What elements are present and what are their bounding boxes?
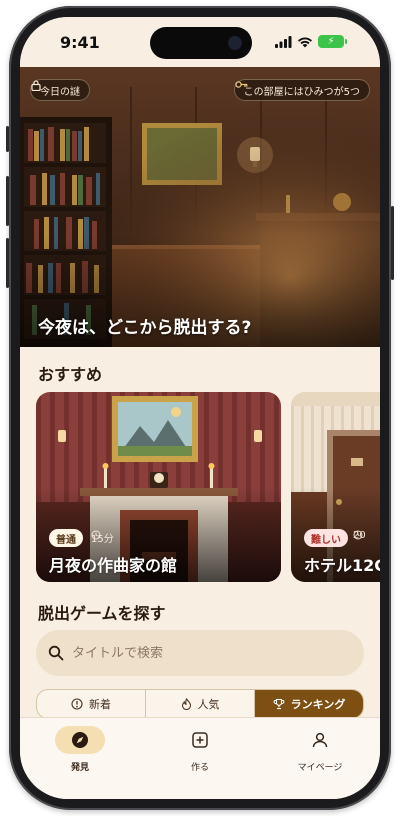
plus-square-icon bbox=[192, 732, 208, 748]
dynamic-island bbox=[150, 27, 252, 59]
search-icon bbox=[48, 645, 64, 661]
daily-mystery-badge[interactable]: 今日の謎 bbox=[30, 79, 90, 101]
signal-icon bbox=[275, 35, 292, 48]
clock-icon bbox=[353, 530, 363, 540]
difficulty-badge: 普通 bbox=[49, 529, 83, 547]
flame-icon bbox=[181, 698, 191, 710]
hero-banner[interactable]: 今日の謎 この部屋にはひみつが5つ 今夜は、どこから脱出する? bbox=[20, 67, 380, 347]
difficulty-label: 普通 bbox=[56, 534, 76, 546]
tab-ranking[interactable]: ランキング bbox=[254, 690, 363, 718]
nav-create-icon-bg bbox=[175, 726, 225, 754]
lock-icon bbox=[31, 80, 41, 91]
tab-new[interactable]: 新着 bbox=[37, 690, 145, 718]
recommended-card[interactable]: 難しい 20 ホテル12C bbox=[291, 392, 380, 582]
difficulty-badge: 難しい bbox=[304, 529, 348, 547]
hero-title: 今夜は、どこから脱出する? bbox=[38, 318, 252, 338]
volume-up-button bbox=[6, 176, 9, 226]
play-time: 15分 bbox=[91, 530, 114, 545]
recommended-card[interactable]: 普通 15分 月夜の作曲家の館 bbox=[36, 392, 281, 582]
key-icon bbox=[234, 81, 248, 88]
difficulty-label: 難しい bbox=[311, 534, 341, 546]
screen: 9:41 ⚡ 今日の謎 この部屋にはひみつが5つ 今夜は、どこから脱出する? お… bbox=[20, 17, 380, 799]
nav-mypage[interactable]: マイページ bbox=[260, 726, 380, 799]
alert-circle-icon bbox=[71, 698, 83, 710]
recommended-title: おすすめ bbox=[38, 365, 103, 384]
nav-mypage-icon-bg bbox=[295, 726, 345, 754]
nav-mypage-label: マイページ bbox=[297, 763, 343, 773]
play-time: 20 bbox=[353, 530, 366, 541]
nav-create-label: 作る bbox=[190, 763, 209, 773]
search-input[interactable] bbox=[72, 645, 322, 661]
tab-ranking-label: ランキング bbox=[290, 698, 346, 711]
bottom-navigation: 発見 作る マイページ bbox=[20, 717, 380, 799]
nav-discover-label: 発見 bbox=[70, 763, 89, 773]
search-bar[interactable] bbox=[36, 630, 364, 676]
explore-title: 脱出ゲームを探す bbox=[38, 604, 166, 623]
volume-down-button bbox=[6, 238, 9, 288]
status-bar: 9:41 ⚡ bbox=[20, 17, 380, 67]
status-icons: ⚡ bbox=[275, 35, 347, 48]
clock-icon bbox=[91, 530, 101, 540]
card-title: 月夜の作曲家の館 bbox=[49, 556, 178, 575]
sort-tabs: 新着 人気 ランキング bbox=[36, 689, 364, 719]
compass-icon bbox=[72, 732, 88, 748]
card-title: ホテル12C bbox=[304, 556, 380, 575]
camera-icon bbox=[228, 36, 242, 50]
action-button bbox=[6, 126, 9, 152]
trophy-icon bbox=[273, 698, 285, 710]
wifi-icon bbox=[298, 37, 312, 47]
room-secrets-badge[interactable]: この部屋にはひみつが5つ bbox=[233, 79, 370, 101]
tab-new-label: 新着 bbox=[89, 698, 111, 711]
nav-create[interactable]: 作る bbox=[140, 726, 260, 799]
user-icon bbox=[312, 732, 328, 748]
battery-icon: ⚡ bbox=[318, 35, 347, 48]
nav-discover-icon-bg bbox=[55, 726, 105, 754]
tab-popular[interactable]: 人気 bbox=[145, 690, 254, 718]
status-time: 9:41 bbox=[60, 33, 100, 52]
nav-discover[interactable]: 発見 bbox=[20, 726, 140, 799]
room-secrets-label: この部屋にはひみつが5つ bbox=[243, 86, 360, 98]
daily-mystery-label: 今日の謎 bbox=[40, 86, 80, 98]
tab-popular-label: 人気 bbox=[197, 698, 220, 711]
hero-room-illustration bbox=[20, 67, 380, 347]
power-button bbox=[391, 206, 394, 280]
